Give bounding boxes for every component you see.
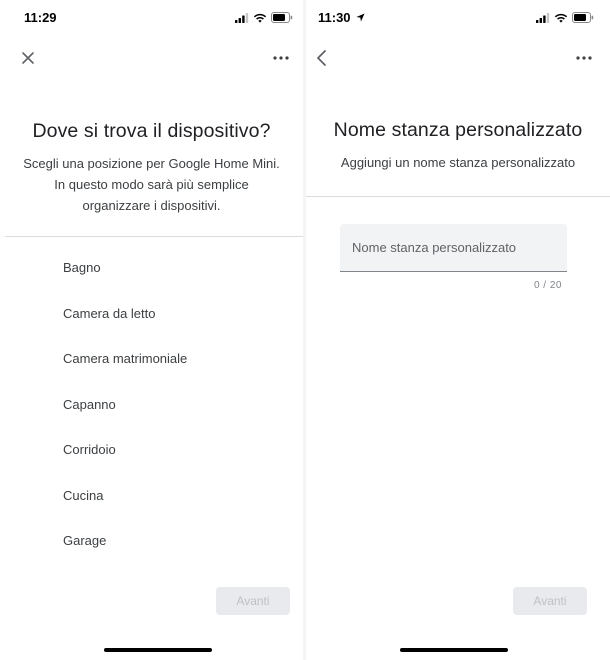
cellular-signal-icon [536, 12, 550, 23]
room-list: Bagno Camera da letto Camera matrimonial… [0, 248, 303, 567]
more-horizontal-icon [576, 56, 592, 60]
room-name-input[interactable] [340, 224, 567, 271]
home-indicator[interactable] [104, 648, 212, 652]
close-button[interactable] [14, 44, 42, 72]
wifi-icon [253, 13, 267, 23]
battery-icon [271, 12, 293, 23]
battery-icon [572, 12, 594, 23]
status-time: 11:30 [318, 10, 365, 25]
page-title: Dove si trova il dispositivo? [32, 120, 271, 142]
page-header: Dove si trova il dispositivo? Scegli una… [0, 120, 303, 216]
divider [306, 196, 610, 197]
wifi-icon [554, 13, 568, 23]
character-counter: 0 / 20 [533, 280, 562, 291]
room-option-camera-da-letto[interactable]: Camera da letto [0, 294, 303, 340]
next-button[interactable]: Avanti [513, 587, 587, 615]
room-option-bagno[interactable]: Bagno [0, 248, 303, 294]
room-picker-screen: 11:29 Dove si trova il dispositivo? Sceg… [0, 0, 303, 660]
more-horizontal-icon [273, 56, 289, 60]
more-options-button[interactable] [267, 44, 295, 72]
room-option-garage[interactable]: Garage [0, 521, 303, 567]
status-time: 11:29 [24, 10, 57, 25]
custom-room-field[interactable] [340, 224, 567, 272]
page-subtitle: Scegli una posizione per Google Home Min… [23, 156, 280, 213]
more-options-button[interactable] [570, 44, 598, 72]
location-arrow-icon [356, 13, 365, 22]
status-bar: 11:30 [306, 0, 610, 36]
next-button[interactable]: Avanti [216, 587, 290, 615]
room-option-capanno[interactable]: Capanno [0, 385, 303, 431]
divider [5, 236, 303, 237]
room-option-corridoio[interactable]: Corridoio [0, 430, 303, 476]
page-title: Nome stanza personalizzato [333, 119, 583, 141]
close-icon [22, 52, 34, 64]
page-header: Nome stanza personalizzato Aggiungi un n… [306, 119, 610, 173]
status-bar: 11:29 [0, 0, 303, 36]
room-option-cucina[interactable]: Cucina [0, 476, 303, 522]
custom-room-screen: 11:30 Nome stanza personalizzato Aggiung… [306, 0, 610, 660]
cellular-signal-icon [235, 12, 249, 23]
page-subtitle: Aggiungi un nome stanza personalizzato [340, 155, 576, 170]
back-button[interactable] [308, 44, 336, 72]
home-indicator[interactable] [400, 648, 508, 652]
back-chevron-icon [317, 50, 326, 66]
room-option-camera-matrimoniale[interactable]: Camera matrimoniale [0, 339, 303, 385]
